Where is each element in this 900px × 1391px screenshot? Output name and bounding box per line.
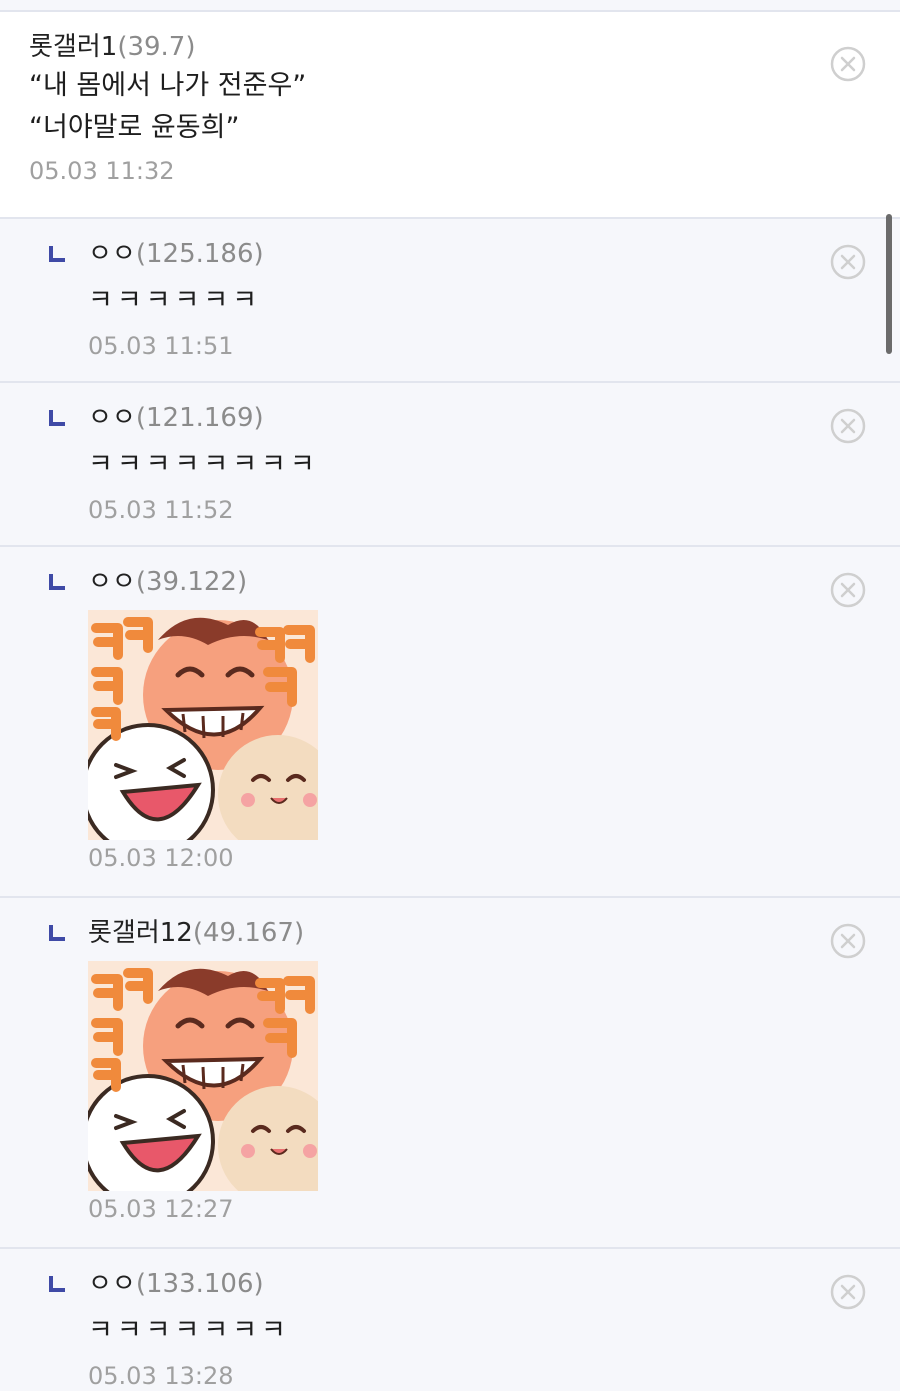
delete-comment-button[interactable]: [830, 46, 866, 82]
reply-meta: ㅇㅇ(121.169): [88, 400, 900, 436]
laughing-characters-sticker[interactable]: [88, 961, 318, 1191]
reply-timestamp: 05.03 11:51: [88, 332, 234, 360]
reply-timestamp: 05.03 12:27: [88, 1195, 234, 1223]
reply-author[interactable]: ㅇㅇ: [88, 567, 136, 597]
reply-ip: (121.169): [135, 403, 264, 433]
reply-meta: ㅇㅇ(39.122): [88, 564, 900, 600]
delete-reply-button[interactable]: [830, 572, 866, 608]
reply-item: 롯갤러12(49.167) 05.03 12:27: [0, 898, 900, 1249]
delete-reply-button[interactable]: [830, 244, 866, 280]
circle-x-icon: [830, 46, 866, 82]
reply-timestamp: 05.03 12:00: [88, 844, 234, 872]
comment-timestamp: 05.03 11:32: [29, 157, 175, 185]
reply-timestamp: 05.03 11:52: [88, 496, 234, 524]
laughing-characters-sticker[interactable]: [88, 610, 318, 840]
circle-x-icon: [830, 572, 866, 608]
reply-corner-icon: [49, 574, 65, 590]
delete-reply-button[interactable]: [830, 408, 866, 444]
reply-author[interactable]: ㅇㅇ: [88, 403, 136, 433]
reply-author[interactable]: 롯갤러12: [88, 918, 193, 948]
reply-text: ㅋㅋㅋㅋㅋㅋㅋ: [88, 1315, 290, 1346]
reply-meta: ㅇㅇ(125.186): [88, 236, 900, 272]
reply-author[interactable]: ㅇㅇ: [88, 239, 136, 269]
comment-item: 롯갤러1(39.7) “내 몸에서 나가 전준우” “너야말로 윤동희” 05.…: [0, 12, 900, 219]
circle-x-icon: [830, 1274, 866, 1310]
reply-item: ㅇㅇ(39.122) 05.03 12:00: [0, 547, 900, 898]
reply-author[interactable]: ㅇㅇ: [88, 1269, 136, 1299]
comment-text-line: “내 몸에서 나가 전준우”: [29, 70, 307, 101]
circle-x-icon: [830, 408, 866, 444]
reply-ip: (125.186): [135, 239, 264, 269]
reply-item: ㅇㅇ(125.186) ㅋㅋㅋㅋㅋㅋ 05.03 11:51: [0, 219, 900, 383]
reply-item: ㅇㅇ(133.106) ㅋㅋㅋㅋㅋㅋㅋ 05.03 13:28: [0, 1249, 900, 1391]
circle-x-icon: [830, 244, 866, 280]
reply-corner-icon: [49, 925, 65, 941]
comment-ip: (39.7): [117, 32, 196, 62]
comment-meta: 롯갤러1(39.7): [29, 29, 900, 65]
reply-ip: (133.106): [135, 1269, 264, 1299]
delete-reply-button[interactable]: [830, 923, 866, 959]
reply-ip: (39.122): [135, 567, 248, 597]
reply-text: ㅋㅋㅋㅋㅋㅋㅋㅋ: [88, 449, 319, 480]
comment-text-line: “너야말로 윤동희”: [29, 112, 240, 143]
comment-author[interactable]: 롯갤러1: [29, 32, 117, 62]
reply-meta: 롯갤러12(49.167): [88, 915, 900, 951]
comment-thread-page: 롯갤러1(39.7) “내 몸에서 나가 전준우” “너야말로 윤동희” 05.…: [0, 0, 900, 1391]
reply-corner-icon: [49, 410, 65, 426]
reply-corner-icon: [49, 246, 65, 262]
reply-meta: ㅇㅇ(133.106): [88, 1266, 900, 1302]
reply-item: ㅇㅇ(121.169) ㅋㅋㅋㅋㅋㅋㅋㅋ 05.03 11:52: [0, 383, 900, 547]
reply-corner-icon: [49, 1276, 65, 1292]
reply-timestamp: 05.03 13:28: [88, 1362, 234, 1390]
previous-comment-edge: [0, 0, 900, 12]
delete-reply-button[interactable]: [830, 1274, 866, 1310]
scrollbar-thumb[interactable]: [886, 214, 892, 354]
reply-ip: (49.167): [192, 918, 305, 948]
circle-x-icon: [830, 923, 866, 959]
reply-text: ㅋㅋㅋㅋㅋㅋ: [88, 285, 262, 316]
